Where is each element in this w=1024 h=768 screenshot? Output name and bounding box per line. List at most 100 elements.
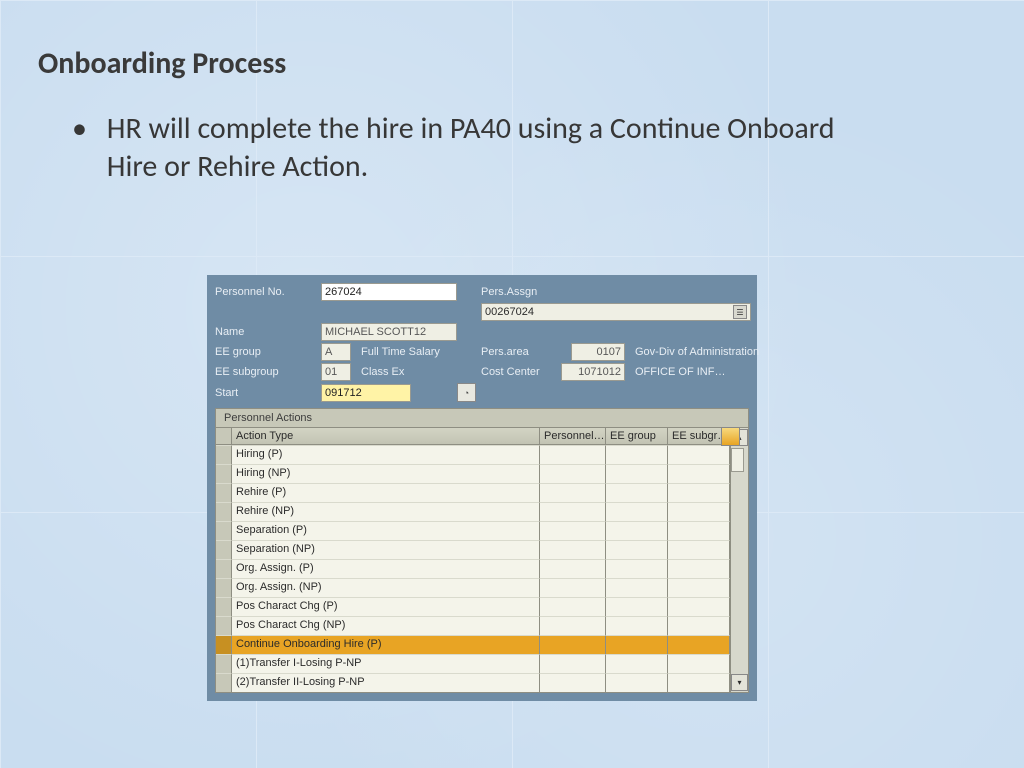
- table-row[interactable]: Pos Charact Chg (NP): [216, 616, 730, 635]
- label-ee-subgroup: EE subgroup: [215, 366, 321, 378]
- cell-ee-group: [606, 464, 668, 483]
- cell-ee-subgr: [668, 540, 730, 559]
- cell-ee-subgr: [668, 616, 730, 635]
- table-row[interactable]: (1)Transfer I-Losing P-NP: [216, 654, 730, 673]
- label-pers-area: Pers.area: [481, 346, 563, 358]
- field-name: MICHAEL SCOTT12: [321, 323, 457, 341]
- cell-ee-group: [606, 654, 668, 673]
- col-ee-group[interactable]: EE group: [606, 428, 668, 445]
- table-row[interactable]: Hiring (NP): [216, 464, 730, 483]
- cell-ee-subgr: [668, 635, 730, 654]
- table-row[interactable]: Continue Onboarding Hire (P): [216, 635, 730, 654]
- cell-action-type: Org. Assign. (P): [232, 559, 540, 578]
- row-handle[interactable]: [216, 521, 232, 540]
- row-handle[interactable]: [216, 540, 232, 559]
- field-pers-area-code: 0107: [571, 343, 625, 361]
- table-row[interactable]: (2)Transfer II-Losing P-NP: [216, 673, 730, 692]
- field-cost-center-code: 1071012: [561, 363, 625, 381]
- table-row[interactable]: Org. Assign. (NP): [216, 578, 730, 597]
- cost-center-text: OFFICE OF INF…: [631, 366, 751, 378]
- cell-action-type: Continue Onboarding Hire (P): [232, 635, 540, 654]
- label-personnel-no: Personnel No.: [215, 286, 321, 298]
- field-ee-group-code: A: [321, 343, 351, 361]
- row-handle[interactable]: [216, 654, 232, 673]
- cell-action-type: Pos Charact Chg (P): [232, 597, 540, 616]
- ee-group-text: Full Time Salary: [357, 346, 457, 358]
- bullet-text: HR will complete the hire in PA40 using …: [107, 110, 867, 187]
- cell-ee-group: [606, 578, 668, 597]
- scroll-down-icon[interactable]: ▾: [731, 674, 748, 691]
- header-fields: Personnel No. 267024 Pers.Assgn 00267024…: [207, 275, 757, 408]
- cell-action-type: Org. Assign. (NP): [232, 578, 540, 597]
- cell-personnel: [540, 635, 606, 654]
- table-row[interactable]: Rehire (P): [216, 483, 730, 502]
- col-personnel[interactable]: Personnel…: [540, 428, 606, 445]
- cell-ee-group: [606, 559, 668, 578]
- cell-personnel: [540, 559, 606, 578]
- dropdown-icon[interactable]: ☰: [733, 305, 747, 319]
- cell-personnel: [540, 483, 606, 502]
- label-ee-group: EE group: [215, 346, 321, 358]
- row-handle[interactable]: [216, 597, 232, 616]
- configure-columns-icon[interactable]: [721, 427, 740, 446]
- cell-ee-subgr: [668, 445, 730, 464]
- col-select: [216, 428, 232, 445]
- cell-personnel: [540, 654, 606, 673]
- row-handle[interactable]: [216, 464, 232, 483]
- calendar-icon[interactable]: ◔: [457, 383, 476, 402]
- field-ee-subgroup-code: 01: [321, 363, 351, 381]
- cell-ee-group: [606, 673, 668, 692]
- field-pers-assgn[interactable]: 00267024 ☰: [481, 303, 751, 321]
- cell-personnel: [540, 445, 606, 464]
- cell-action-type: Rehire (NP): [232, 502, 540, 521]
- cell-ee-group: [606, 483, 668, 502]
- table-row[interactable]: Pos Charact Chg (P): [216, 597, 730, 616]
- cell-ee-group: [606, 597, 668, 616]
- ee-subgroup-text: Class Ex: [357, 366, 457, 378]
- cell-ee-group: [606, 540, 668, 559]
- cell-personnel: [540, 464, 606, 483]
- label-pers-assgn: Pers.Assgn: [481, 286, 563, 298]
- row-handle[interactable]: [216, 616, 232, 635]
- bullet-item: • HR will complete the hire in PA40 usin…: [72, 110, 892, 187]
- row-handle[interactable]: [216, 635, 232, 654]
- slide-title: Onboarding Process: [38, 45, 286, 82]
- row-handle[interactable]: [216, 673, 232, 692]
- cell-action-type: (2)Transfer II-Losing P-NP: [232, 673, 540, 692]
- table-row[interactable]: Rehire (NP): [216, 502, 730, 521]
- pers-area-text: Gov-Div of Administration: [631, 346, 751, 358]
- table-row[interactable]: Separation (NP): [216, 540, 730, 559]
- row-handle[interactable]: [216, 445, 232, 464]
- row-handle[interactable]: [216, 502, 232, 521]
- cell-action-type: Rehire (P): [232, 483, 540, 502]
- row-handle[interactable]: [216, 578, 232, 597]
- personnel-actions-panel: Personnel Actions Action Type Personnel……: [207, 408, 757, 701]
- cell-action-type: (1)Transfer I-Losing P-NP: [232, 654, 540, 673]
- grid-header: Action Type Personnel… EE group EE subgr…: [216, 428, 730, 445]
- label-start: Start: [215, 387, 321, 399]
- cell-action-type: Hiring (NP): [232, 464, 540, 483]
- sap-panel: Personnel No. 267024 Pers.Assgn 00267024…: [207, 275, 757, 701]
- scroll-thumb[interactable]: [731, 448, 744, 472]
- table-row[interactable]: Hiring (P): [216, 445, 730, 464]
- cell-ee-group: [606, 521, 668, 540]
- row-handle[interactable]: [216, 559, 232, 578]
- label-cost-center: Cost Center: [481, 366, 563, 378]
- cell-personnel: [540, 597, 606, 616]
- cell-personnel: [540, 521, 606, 540]
- cell-ee-subgr: [668, 597, 730, 616]
- cell-ee-subgr: [668, 483, 730, 502]
- col-action-type[interactable]: Action Type: [232, 428, 540, 445]
- row-handle[interactable]: [216, 483, 232, 502]
- table-row[interactable]: Separation (P): [216, 521, 730, 540]
- table-row[interactable]: Org. Assign. (P): [216, 559, 730, 578]
- cell-ee-subgr: [668, 521, 730, 540]
- cell-action-type: Pos Charact Chg (NP): [232, 616, 540, 635]
- field-personnel-no[interactable]: 267024: [321, 283, 457, 301]
- cell-ee-subgr: [668, 464, 730, 483]
- field-start-date[interactable]: 091712: [321, 384, 411, 402]
- cell-personnel: [540, 502, 606, 521]
- cell-ee-group: [606, 616, 668, 635]
- cell-ee-subgr: [668, 578, 730, 597]
- vertical-scrollbar[interactable]: ▴ ▾: [730, 428, 748, 692]
